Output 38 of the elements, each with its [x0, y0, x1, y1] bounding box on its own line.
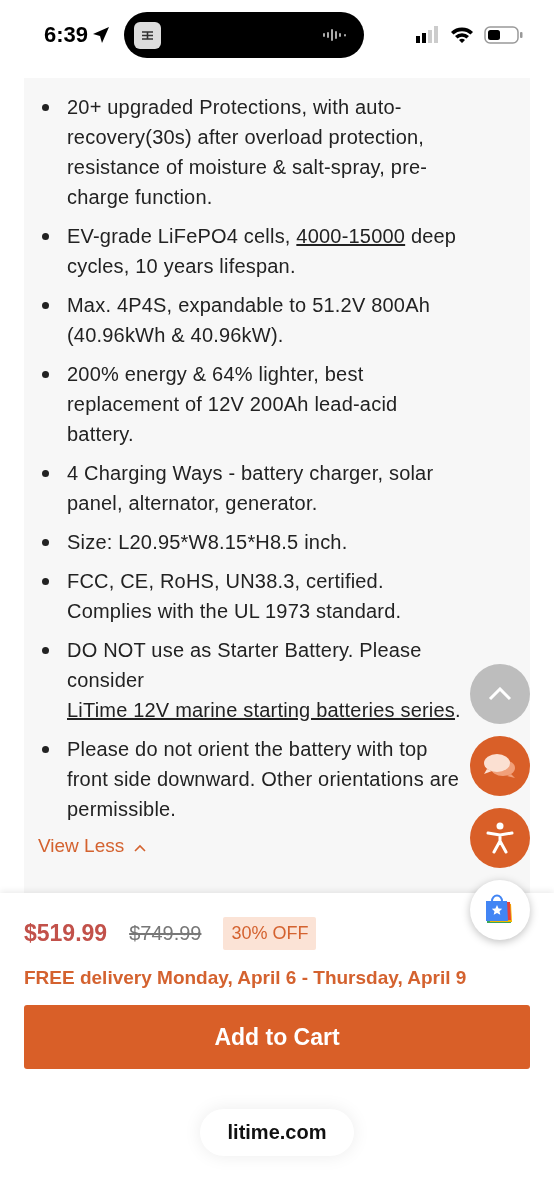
app-icon — [134, 21, 162, 49]
feature-text: 4 Charging Ways - battery charger, solar panel, alternator, generator. — [67, 461, 435, 516]
bullet-icon — [42, 371, 49, 378]
signal-icon — [416, 26, 440, 44]
feature-text: FCC, CE, RoHS, UN38.3, certified. Complies with the UL 1973 standard. — [67, 569, 403, 624]
add-to-cart-button[interactable]: Add to Cart — [24, 1005, 530, 1069]
wifi-icon — [450, 26, 474, 44]
bullet-icon — [42, 470, 49, 477]
view-less-link[interactable]: View Less — [38, 835, 125, 857]
bullet-icon — [42, 104, 49, 111]
battery-icon — [484, 25, 524, 45]
original-price: $749.99 — [129, 922, 202, 945]
sale-price: $519.99 — [24, 920, 108, 947]
feature-text: Max. 4P4S, expandable to 51.2V 800Ah (40.96kWh & 40.96kW). — [67, 293, 431, 348]
waveform-icon — [322, 28, 349, 42]
feature-text: Size: L20.95*W8.15*H8.5 inch. — [67, 530, 349, 555]
location-arrow-icon — [92, 26, 111, 44]
chat-bubbles-icon — [483, 752, 517, 780]
feature-link[interactable]: LiTime 12V marine starting batteries series — [67, 699, 455, 721]
url-pill[interactable]: litime.com — [199, 1109, 355, 1156]
bullet-icon — [42, 539, 49, 546]
feature-text: EV-grade LiFePO4 cells, 4000-15000 deep cycles, 10 years lifespan. — [67, 224, 458, 279]
bullet-icon — [42, 647, 49, 654]
feature-text: DO NOT use as Starter Battery. Please consider LiTime 12V marine starting batteries series. — [67, 638, 462, 723]
accessibility-person-icon — [485, 822, 515, 854]
delivery-estimate: FREE delivery Monday, April 6 - Thursday, April 9 — [24, 966, 468, 990]
feature-text: 200% energy & 64% lighter, best replacement of 12V 200Ah lead-acid battery. — [67, 362, 399, 447]
chevron-up-icon — [488, 687, 512, 701]
bullet-icon — [42, 746, 49, 753]
bullet-icon — [42, 578, 49, 585]
bullet-icon — [42, 233, 49, 240]
discount-tag: 30% OFF — [223, 917, 317, 950]
caret-up-icon — [134, 843, 147, 852]
feature-text: Please do not orient the battery with top front side downward. Other orientations are permissible. — [67, 737, 461, 822]
feature-link[interactable]: 4000-15000 — [296, 225, 406, 247]
bullet-icon — [42, 302, 49, 309]
clock-time: 6:39 — [44, 22, 89, 48]
feature-text: 20+ upgraded Protections, with auto-recovery(30s) after overload protection, resistance of moisture & salt-spray, pre-charge function. — [67, 95, 429, 210]
